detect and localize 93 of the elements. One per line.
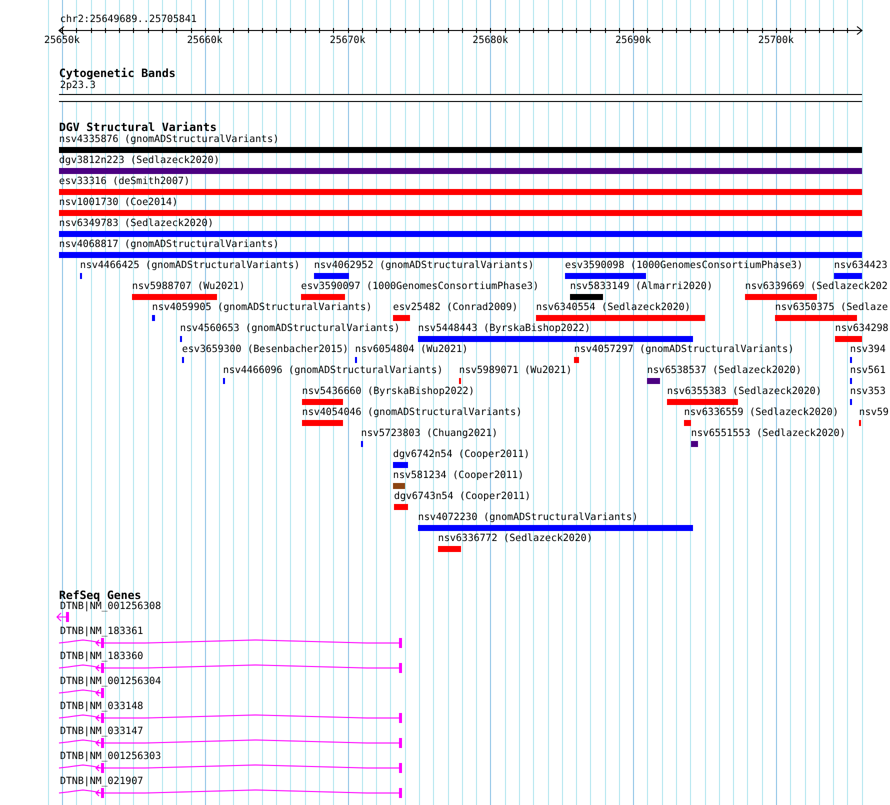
variant-label[interactable]: nsv5833149 (Almarri2020): [570, 281, 713, 293]
variant-bar[interactable]: [691, 441, 698, 447]
variant-bar[interactable]: [394, 504, 408, 510]
variant-label[interactable]: nsv4072230 (gnomADStructuralVariants): [418, 512, 638, 524]
variant-bar[interactable]: [684, 420, 691, 426]
variant-bar[interactable]: [59, 231, 862, 237]
variant-label[interactable]: nsv4062952 (gnomADStructuralVariants): [314, 260, 534, 272]
variant-bar[interactable]: [835, 336, 862, 342]
variant-label[interactable]: nsv6340554 (Sedlazeck2020): [536, 302, 691, 314]
transcript-label[interactable]: DTNB|NM_001256304: [60, 676, 162, 688]
tick-label: 25660k: [186, 35, 223, 47]
tick-label: 25670k: [330, 35, 366, 47]
transcript-label[interactable]: DTNB|NM_183361: [60, 626, 144, 638]
variant-bar[interactable]: [59, 189, 862, 195]
gene-drawing: [55, 612, 71, 624]
variant-bar[interactable]: [301, 294, 345, 300]
variant-label[interactable]: nsv6349783 (Sedlazeck2020): [59, 218, 214, 230]
variant-label[interactable]: nsv634298: [835, 323, 889, 335]
variant-label[interactable]: nsv4466425 (gnomADStructuralVariants): [80, 260, 300, 272]
variant-label[interactable]: nsv394: [850, 344, 886, 356]
track-title: Cytogenetic Bands: [59, 67, 176, 80]
variant-label[interactable]: nsv561: [850, 365, 886, 377]
variant-bar[interactable]: [565, 273, 646, 279]
variant-label[interactable]: esv3590097 (1000GenomesConsortiumPhase3): [301, 281, 539, 293]
band-label: 2p23.3: [60, 80, 96, 92]
track-title: DGV Structural Variants: [59, 121, 217, 134]
variant-label[interactable]: nsv1001730 (Coe2014): [59, 197, 178, 209]
variant-label[interactable]: nsv6551553 (Sedlazeck2020): [691, 428, 846, 440]
variant-bar[interactable]: [438, 546, 461, 552]
variant-bar[interactable]: [302, 420, 343, 426]
variant-bar[interactable]: [570, 294, 603, 300]
variant-label[interactable]: nsv634423: [834, 260, 888, 272]
transcript-label[interactable]: DTNB|NM_001256308: [60, 601, 162, 613]
variant-label[interactable]: nsv5723803 (Chuang2021): [361, 428, 498, 440]
variant-bar[interactable]: [59, 168, 862, 174]
variant-label[interactable]: nsv4057297 (gnomADStructuralVariants): [574, 344, 794, 356]
variant-label[interactable]: nsv6336559 (Sedlazeck2020): [684, 407, 839, 419]
variant-label[interactable]: nsv5989071 (Wu2021): [459, 365, 572, 377]
variant-bar[interactable]: [393, 462, 408, 468]
variant-label[interactable]: nsv4466096 (gnomADStructuralVariants): [223, 365, 443, 377]
variant-label[interactable]: nsv5988707 (Wu2021): [132, 281, 245, 293]
location-label: chr2:25649689..25705841: [60, 14, 197, 26]
variant-label[interactable]: nsv4054046 (gnomADStructuralVariants): [302, 407, 522, 419]
variant-bar[interactable]: [59, 252, 862, 258]
variant-bar[interactable]: [132, 294, 217, 300]
transcript-label[interactable]: DTNB|NM_033147: [60, 726, 144, 738]
tick-label: 25680k: [472, 35, 508, 47]
variant-label[interactable]: esv3659300 (Besenbacher2015): [182, 344, 348, 356]
variant-label[interactable]: dgv3812n223 (Sedlazeck2020): [59, 155, 220, 167]
transcript-label[interactable]: DTNB|NM_183360: [60, 651, 144, 663]
variant-label[interactable]: nsv4059905 (gnomADStructuralVariants): [152, 302, 372, 314]
variant-bar[interactable]: [152, 315, 155, 321]
variant-label[interactable]: nsv59: [859, 407, 889, 419]
variant-bar[interactable]: [314, 273, 349, 279]
variant-label[interactable]: nsv581234 (Cooper2011): [393, 470, 524, 482]
variant-label[interactable]: nsv353: [850, 386, 886, 398]
variant-label[interactable]: nsv6538537 (Sedlazeck2020): [647, 365, 802, 377]
variant-label[interactable]: nsv6339669 (Sedlazeck202: [745, 281, 888, 293]
variant-bar[interactable]: [775, 315, 857, 321]
variant-label[interactable]: dgv6743n54 (Cooper2011): [394, 491, 531, 503]
variant-bar[interactable]: [59, 147, 862, 153]
transcript-label[interactable]: DTNB|NM_021907: [60, 776, 144, 788]
variant-label[interactable]: esv3590098 (1000GenomesConsortiumPhase3): [565, 260, 803, 272]
variant-bar[interactable]: [574, 357, 579, 363]
variant-label[interactable]: nsv6355383 (Sedlazeck2020): [667, 386, 822, 398]
variant-bar[interactable]: [418, 336, 693, 342]
variant-bar[interactable]: [302, 399, 343, 405]
variant-bar[interactable]: [418, 525, 693, 531]
variant-bar[interactable]: [59, 210, 862, 216]
track-title: RefSeq Genes: [59, 589, 142, 602]
tick-label: 25690k: [615, 35, 652, 47]
tick-label: 25700k: [758, 35, 794, 47]
variant-label[interactable]: nsv5436660 (ByrskaBishop2022): [302, 386, 474, 398]
variant-bar[interactable]: [647, 378, 660, 384]
variant-bar[interactable]: [834, 273, 862, 279]
tick-label: 25650k: [44, 35, 80, 47]
variant-label[interactable]: nsv4068817 (gnomADStructuralVariants): [59, 239, 279, 251]
variant-label[interactable]: nsv6054804 (Wu2021): [355, 344, 468, 356]
variant-label[interactable]: nsv5448443 (ByrskaBishop2022): [418, 323, 590, 335]
variant-bar[interactable]: [393, 483, 405, 489]
variant-bar[interactable]: [745, 294, 817, 300]
variant-label[interactable]: nsv6336772 (Sedlazeck2020): [438, 533, 593, 545]
variant-bar[interactable]: [536, 315, 705, 321]
transcript-label[interactable]: DTNB|NM_001256303: [60, 751, 162, 763]
variant-label[interactable]: nsv6350375 (Sedlaze: [775, 302, 888, 314]
variant-bar[interactable]: [667, 399, 738, 405]
variant-label[interactable]: nsv4560653 (gnomADStructuralVariants): [180, 323, 400, 335]
variant-label[interactable]: esv25482 (Conrad2009): [393, 302, 518, 314]
variant-label[interactable]: esv33316 (deSmith2007): [59, 176, 190, 188]
variant-label[interactable]: nsv4335876 (gnomADStructuralVariants): [59, 134, 279, 146]
transcript-label[interactable]: DTNB|NM_033148: [60, 701, 144, 713]
variant-label[interactable]: dgv6742n54 (Cooper2011): [393, 449, 530, 461]
variant-bar[interactable]: [393, 315, 410, 321]
